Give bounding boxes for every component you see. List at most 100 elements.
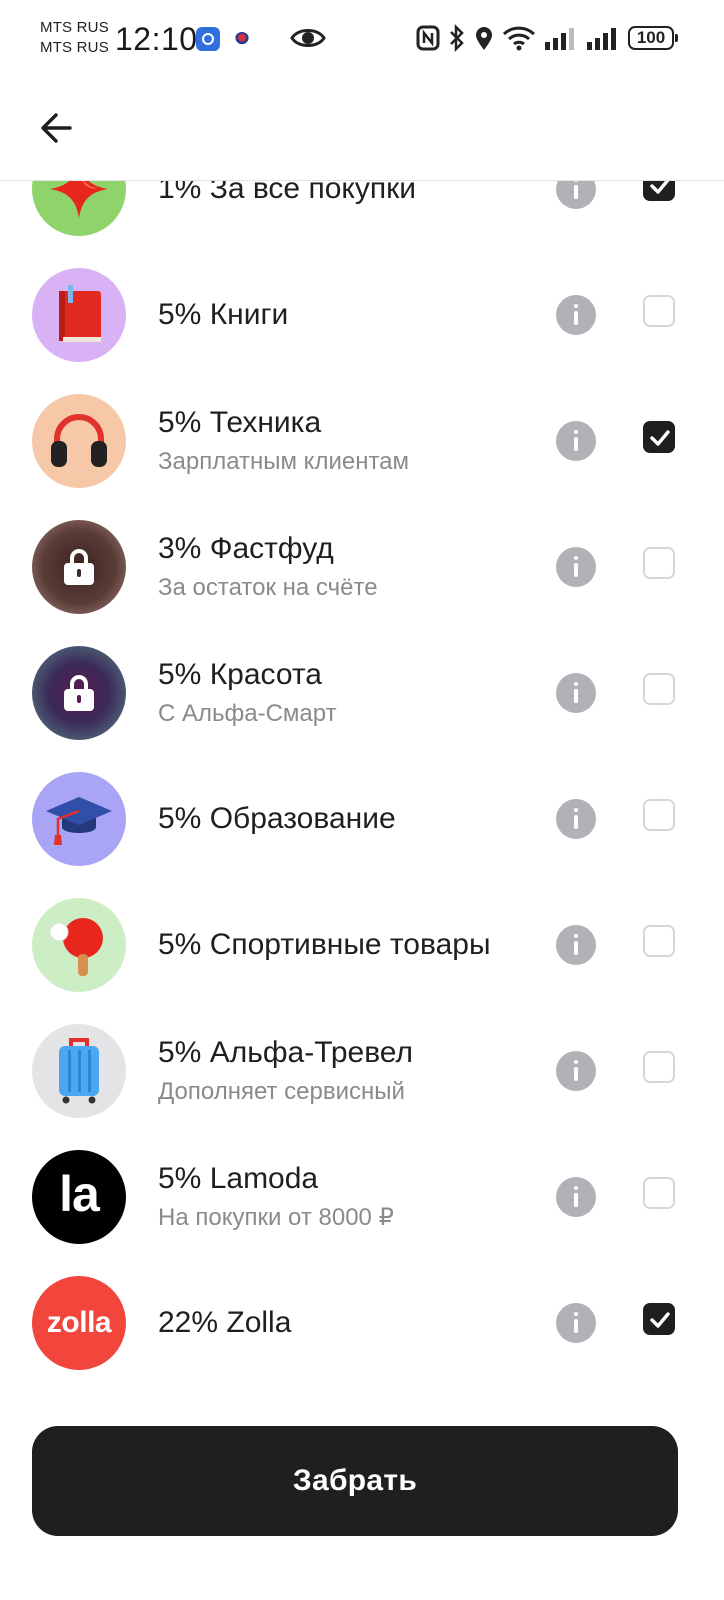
app-notification-icon xyxy=(196,27,220,51)
category-checkbox[interactable] xyxy=(643,181,675,201)
list-item[interactable]: 5% Красота С Альфа-Смарт xyxy=(0,630,724,756)
list-item[interactable]: 3% Фастфуд За остаток на счёте xyxy=(0,504,724,630)
item-subtitle: Дополняет сервисный xyxy=(158,1078,405,1105)
info-icon xyxy=(574,808,578,812)
list-item[interactable]: 1% За все покупки xyxy=(0,181,724,252)
info-button[interactable] xyxy=(556,925,596,965)
carrier-2: MTS RUS xyxy=(40,39,109,56)
item-text: 3% Фастфуд За остаток на счёте xyxy=(158,504,538,630)
category-checkbox[interactable] xyxy=(643,799,675,831)
item-title: 3% Фастфуд xyxy=(158,532,334,565)
list-item[interactable]: 5% Техника Зарплатным клиентам xyxy=(0,378,724,504)
info-icon xyxy=(574,934,578,938)
battery-indicator: 100 xyxy=(628,26,678,50)
lock-icon xyxy=(64,675,94,711)
bottom-action-bar: Забрать xyxy=(0,1395,724,1600)
lamoda-logo: la xyxy=(32,1150,126,1244)
zolla-logo-text: zolla xyxy=(46,1306,112,1339)
category-checkbox[interactable] xyxy=(643,1177,675,1209)
lamoda-logo-text: la xyxy=(59,1166,100,1222)
category-checkbox[interactable] xyxy=(643,1303,675,1335)
list-item[interactable]: 5% Альфа-Тревел Дополняет сервисный xyxy=(0,1008,724,1134)
category-checkbox[interactable] xyxy=(643,547,675,579)
item-title: 5% Техника xyxy=(158,406,322,439)
back-button[interactable] xyxy=(28,100,84,156)
info-icon xyxy=(574,304,578,308)
book-icon xyxy=(59,285,101,342)
app-notification-dot-icon xyxy=(235,32,249,46)
carrier-labels: MTS RUS MTS RUS xyxy=(40,18,109,58)
nfc-icon xyxy=(416,25,440,51)
list-item[interactable]: 5% Образование xyxy=(0,756,724,882)
signal-2-icon xyxy=(587,28,616,50)
item-subtitle: За остаток на счёте xyxy=(158,574,378,601)
info-icon xyxy=(574,430,578,434)
checkmark-icon xyxy=(650,1312,670,1328)
item-title: 5% Книги xyxy=(158,298,289,331)
category-checkbox[interactable] xyxy=(643,673,675,705)
checkmark-icon xyxy=(650,181,670,194)
item-text: 5% Lamoda На покупки от 8000 ₽ xyxy=(158,1134,538,1260)
item-text: 5% Альфа-Тревел Дополняет сервисный xyxy=(158,1008,538,1134)
category-icon xyxy=(32,520,126,614)
item-text: 5% Спортивные товары xyxy=(158,882,538,1008)
info-button[interactable] xyxy=(556,295,596,335)
wifi-icon xyxy=(502,26,536,51)
headphones-icon xyxy=(51,414,107,467)
item-title: 5% Образование xyxy=(158,802,396,835)
category-icon xyxy=(32,1024,126,1118)
category-checkbox[interactable] xyxy=(643,295,675,327)
item-title: 22% Zolla xyxy=(158,1306,292,1339)
arrow-left-icon xyxy=(41,113,72,143)
info-button[interactable] xyxy=(556,421,596,461)
item-title: 5% Lamoda xyxy=(158,1162,319,1195)
info-icon xyxy=(574,556,578,560)
item-title: 5% Спортивные товары xyxy=(158,928,491,961)
status-bar: MTS RUS MTS RUS 12:10 100 xyxy=(0,0,724,78)
info-button[interactable] xyxy=(556,1177,596,1217)
ping-pong-icon xyxy=(49,918,103,976)
zolla-logo: zolla xyxy=(32,1276,126,1370)
item-text: 5% Книги xyxy=(158,252,538,378)
lock-icon xyxy=(64,549,94,585)
item-title: 5% Красота xyxy=(158,658,322,691)
list-item[interactable]: la 5% Lamoda На покупки от 8000 ₽ xyxy=(0,1134,724,1260)
info-button[interactable] xyxy=(556,1051,596,1091)
info-icon xyxy=(574,1060,578,1064)
item-text: 5% Техника Зарплатным клиентам xyxy=(158,378,538,504)
info-icon xyxy=(574,1186,578,1190)
category-icon xyxy=(32,181,126,236)
category-icon xyxy=(32,394,126,488)
list-item[interactable]: zolla 22% Zolla xyxy=(0,1260,724,1386)
item-subtitle: Зарплатным клиентам xyxy=(158,448,410,475)
item-subtitle: С Альфа-Смарт xyxy=(158,700,337,727)
info-icon xyxy=(574,1312,578,1316)
category-icon xyxy=(32,898,126,992)
system-icons: 100 xyxy=(416,22,678,54)
location-icon xyxy=(476,27,492,50)
clock: 12:10 xyxy=(115,21,198,57)
info-button[interactable] xyxy=(556,1303,596,1343)
info-button[interactable] xyxy=(556,673,596,713)
category-checkbox[interactable] xyxy=(643,1051,675,1083)
signal-1-icon xyxy=(545,28,574,50)
info-button[interactable] xyxy=(556,547,596,587)
item-text: 22% Zolla xyxy=(158,1260,538,1386)
item-text: 5% Красота С Альфа-Смарт xyxy=(158,630,538,756)
top-bar xyxy=(0,78,724,181)
checkmark-icon xyxy=(650,430,670,446)
item-title: 5% Альфа-Тревел xyxy=(158,1036,413,1069)
eye-icon xyxy=(290,29,326,47)
suitcase-icon xyxy=(59,1038,99,1104)
info-button[interactable] xyxy=(556,181,596,209)
info-button[interactable] xyxy=(556,799,596,839)
graduation-cap-icon xyxy=(46,797,112,845)
claim-button[interactable]: Забрать xyxy=(32,1426,678,1536)
carrier-1: MTS RUS xyxy=(40,19,109,36)
bluetooth-icon xyxy=(450,24,464,52)
list-item[interactable]: 5% Спортивные товары xyxy=(0,882,724,1008)
cashback-category-list[interactable]: 1% За все покупки 5% Книги 5% Техника За… xyxy=(0,181,724,1395)
category-checkbox[interactable] xyxy=(643,925,675,957)
list-item[interactable]: 5% Книги xyxy=(0,252,724,378)
category-checkbox[interactable] xyxy=(643,421,675,453)
